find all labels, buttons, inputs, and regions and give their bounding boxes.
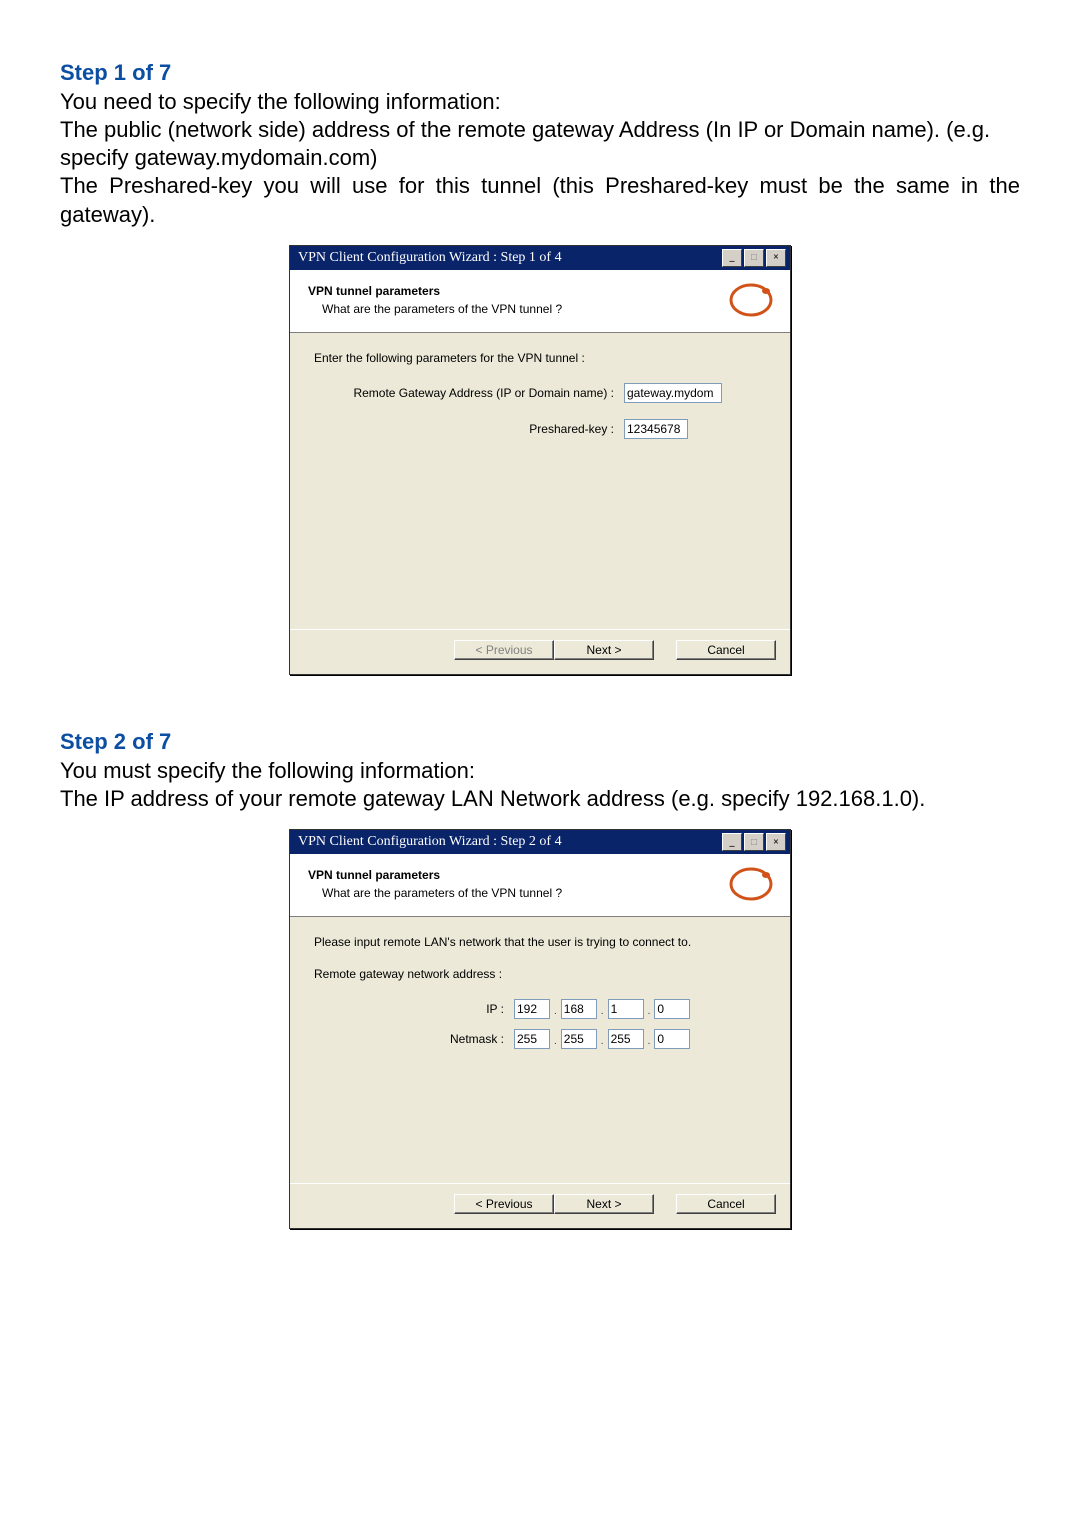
header-title: VPN tunnel parameters	[308, 284, 726, 298]
next-button[interactable]: Next >	[554, 1194, 654, 1214]
cancel-button[interactable]: Cancel	[676, 640, 776, 660]
wizard-dialog-step2: VPN Client Configuration Wizard : Step 2…	[289, 829, 791, 1229]
logo-icon	[726, 864, 776, 904]
step1-line2: The public (network side) address of the…	[60, 116, 1020, 172]
maximize-button: □	[744, 249, 764, 267]
step1-line3: The Preshared-key you will use for this …	[60, 172, 1020, 228]
dialog-header: VPN tunnel parameters What are the param…	[290, 854, 790, 917]
netmask-octet-3[interactable]	[608, 1029, 644, 1049]
dot-icon: .	[597, 1006, 608, 1019]
previous-button: < Previous	[454, 640, 554, 660]
ip-octet-2[interactable]	[561, 999, 597, 1019]
ip-label: IP :	[314, 1002, 514, 1016]
ip-octet-3[interactable]	[608, 999, 644, 1019]
ip-octet-4[interactable]	[654, 999, 690, 1019]
title-bar: VPN Client Configuration Wizard : Step 1…	[290, 246, 790, 270]
title-bar-text: VPN Client Configuration Wizard : Step 1…	[298, 250, 720, 266]
step1-heading: Step 1 of 7	[60, 60, 1020, 86]
previous-button[interactable]: < Previous	[454, 1194, 554, 1214]
maximize-button: □	[744, 833, 764, 851]
step2-line1: You must specify the following informati…	[60, 757, 1020, 785]
close-button[interactable]: ×	[766, 833, 786, 851]
dot-icon: .	[550, 1006, 561, 1019]
ip-octet-1[interactable]	[514, 999, 550, 1019]
cancel-button[interactable]: Cancel	[676, 1194, 776, 1214]
netmask-octet-4[interactable]	[654, 1029, 690, 1049]
dialog-header: VPN tunnel parameters What are the param…	[290, 270, 790, 333]
header-title: VPN tunnel parameters	[308, 868, 726, 882]
minimize-button[interactable]: _	[722, 833, 742, 851]
title-bar: VPN Client Configuration Wizard : Step 2…	[290, 830, 790, 854]
title-bar-text: VPN Client Configuration Wizard : Step 2…	[298, 834, 720, 850]
header-subtitle: What are the parameters of the VPN tunne…	[322, 886, 726, 900]
step1-line1: You need to specify the following inform…	[60, 88, 1020, 116]
dot-icon: .	[597, 1036, 608, 1049]
next-button[interactable]: Next >	[554, 640, 654, 660]
body-intro: Enter the following parameters for the V…	[314, 351, 766, 365]
logo-icon	[726, 280, 776, 320]
dot-icon: .	[550, 1036, 561, 1049]
gateway-label: Remote Gateway Address (IP or Domain nam…	[314, 386, 624, 400]
step2-heading: Step 2 of 7	[60, 729, 1020, 755]
header-subtitle: What are the parameters of the VPN tunne…	[322, 302, 726, 316]
dot-icon: .	[644, 1006, 655, 1019]
wizard-dialog-step1: VPN Client Configuration Wizard : Step 1…	[289, 245, 791, 675]
close-button[interactable]: ×	[766, 249, 786, 267]
gateway-input[interactable]	[624, 383, 722, 403]
minimize-button[interactable]: _	[722, 249, 742, 267]
body-intro: Please input remote LAN's network that t…	[314, 935, 766, 949]
step2-line2: The IP address of your remote gateway LA…	[60, 785, 1020, 813]
netmask-octet-2[interactable]	[561, 1029, 597, 1049]
netaddr-label: Remote gateway network address :	[314, 967, 766, 981]
dialog-footer: < Previous Next > Cancel	[290, 629, 790, 674]
dot-icon: .	[644, 1036, 655, 1049]
netmask-octet-1[interactable]	[514, 1029, 550, 1049]
dialog-body: Please input remote LAN's network that t…	[290, 917, 790, 1183]
psk-input[interactable]	[624, 419, 688, 439]
dialog-body: Enter the following parameters for the V…	[290, 333, 790, 629]
netmask-label: Netmask :	[314, 1032, 514, 1046]
psk-label: Preshared-key :	[314, 422, 624, 436]
dialog-footer: < Previous Next > Cancel	[290, 1183, 790, 1228]
